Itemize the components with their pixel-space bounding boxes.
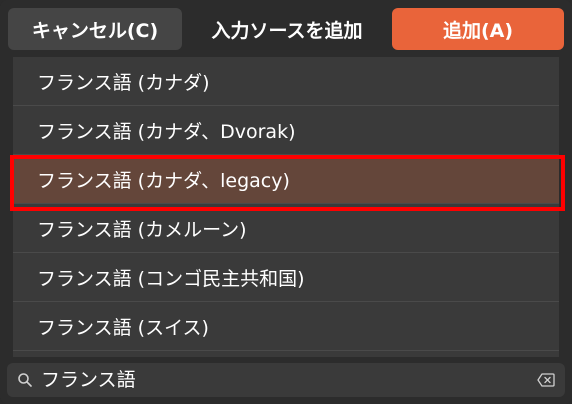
list-item-label: フランス語 (カメルーン) xyxy=(37,218,247,241)
list-item-label: フランス語 (カナダ、Dvorak) xyxy=(37,120,296,143)
list-item-label: フランス語 (コンゴ民主共和国) xyxy=(37,267,305,290)
list-item[interactable]: フランス語 (カナダ) xyxy=(13,57,559,106)
search-input[interactable]: フランス語 xyxy=(7,363,565,397)
search-bar: フランス語 xyxy=(0,357,572,404)
list-item[interactable]: フランス語 (カナダ、Dvorak) xyxy=(13,106,559,155)
list-item[interactable]: フランス語 (カメルーン) xyxy=(13,204,559,253)
add-input-source-dialog: キャンセル(C) 入力ソースを追加 追加(A) フランス語 (カナダ) フランス… xyxy=(0,0,572,404)
search-input-value: フランス語 xyxy=(41,369,136,391)
list-item-selected[interactable]: フランス語 (カナダ、legacy) xyxy=(13,155,559,204)
dialog-header: キャンセル(C) 入力ソースを追加 追加(A) xyxy=(0,0,572,58)
search-icon xyxy=(18,373,32,387)
list-item-label: フランス語 (カナダ) xyxy=(37,71,210,94)
input-source-list: フランス語 (カナダ) フランス語 (カナダ、Dvorak) フランス語 (カナ… xyxy=(13,57,559,357)
list-item-label: フランス語 (スイス) xyxy=(37,316,209,339)
add-button[interactable]: 追加(A) xyxy=(392,8,564,50)
list-item-label: フランス語 (カナダ、legacy) xyxy=(37,169,290,192)
backspace-clear-icon[interactable] xyxy=(537,373,555,387)
list-item[interactable]: フランス語 (スイス) xyxy=(13,302,559,351)
cancel-button[interactable]: キャンセル(C) xyxy=(8,8,182,50)
dialog-title: 入力ソースを追加 xyxy=(211,19,363,42)
list-item[interactable]: フランス語 (コンゴ民主共和国) xyxy=(13,253,559,302)
